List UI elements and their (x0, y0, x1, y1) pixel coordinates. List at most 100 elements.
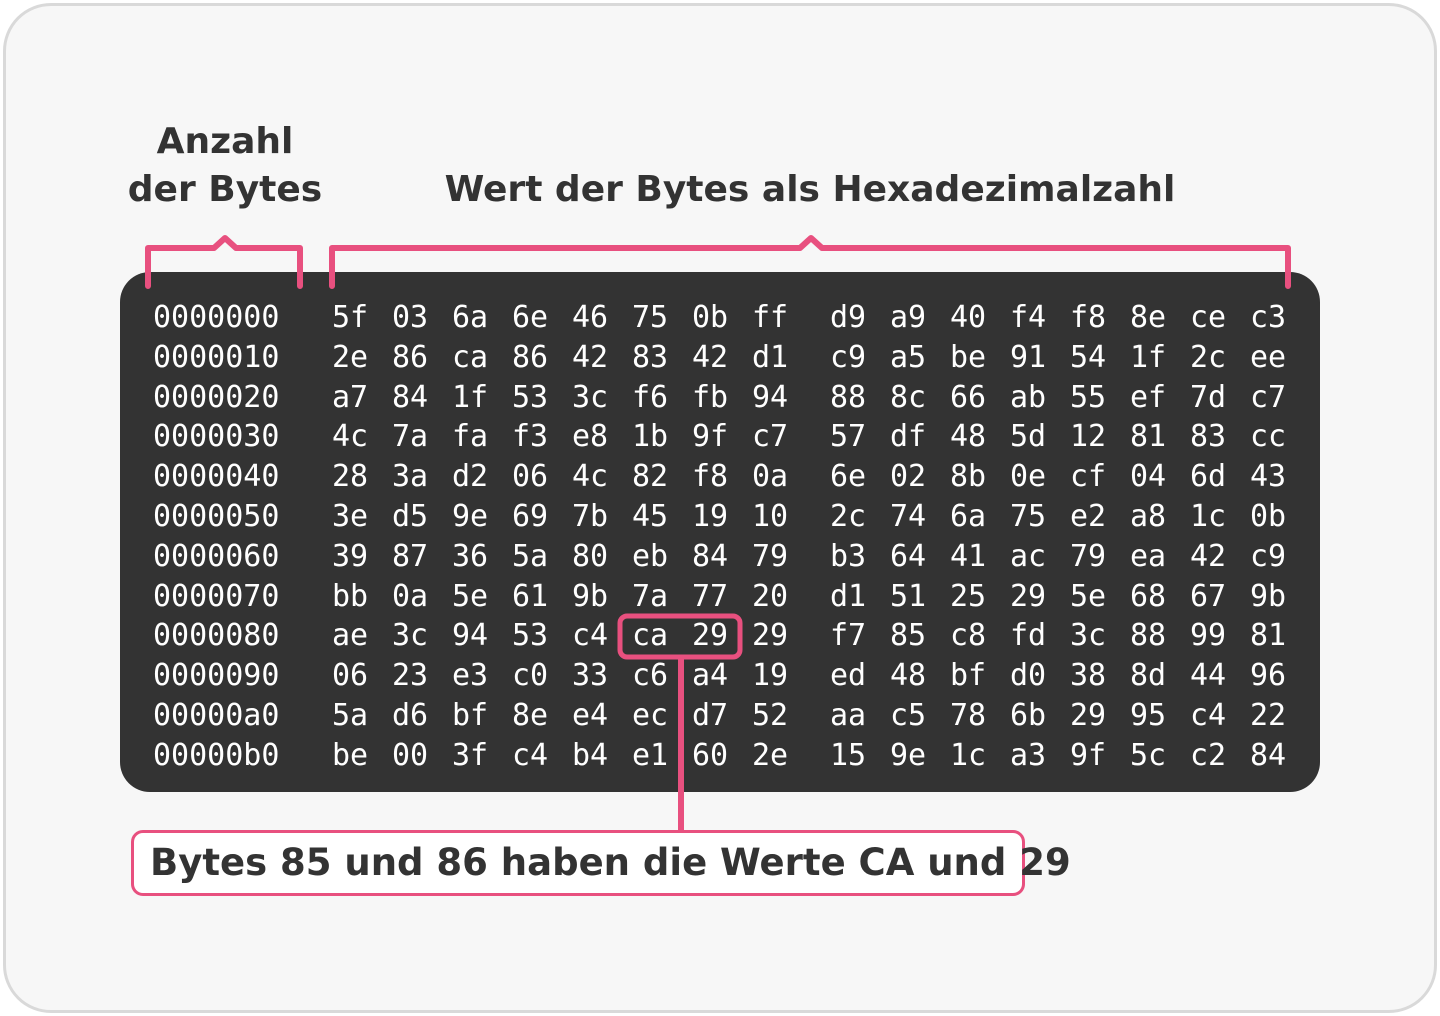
hex-byte: 5a (332, 698, 369, 733)
hex-byte: e2 (1070, 499, 1107, 534)
hex-byte: 83 (632, 339, 669, 375)
hex-byte: fa (452, 419, 489, 455)
hex-byte: 53 (512, 379, 549, 415)
hex-byte: 42 (572, 339, 609, 375)
hex-byte: d0 (1010, 658, 1047, 694)
hex-byte: 51 (890, 578, 927, 614)
hex-byte: 81 (1250, 618, 1287, 654)
hex-byte: c6 (632, 658, 669, 694)
hex-byte: f8 (1070, 300, 1107, 335)
hex-byte: 12 (1070, 419, 1107, 455)
callout-box: Bytes 85 und 86 haben die Werte CA und 2… (131, 830, 1071, 896)
hex-byte: 25 (950, 578, 987, 614)
hex-byte: ef (1130, 379, 1167, 415)
hex-byte: 10 (752, 499, 789, 534)
hex-byte: fb (692, 379, 729, 415)
hex-byte: 1c (950, 737, 987, 773)
hex-byte: b3 (830, 538, 867, 574)
hex-byte: 42 (692, 339, 729, 375)
row-offset: 00000a0 (153, 698, 280, 733)
hex-byte: 1c (1190, 499, 1227, 534)
hex-byte: aa (830, 698, 867, 733)
hex-byte: cc (1250, 419, 1287, 455)
hex-byte: 43 (1250, 459, 1287, 495)
hex-byte: 04 (1130, 459, 1167, 495)
hex-byte: 2e (332, 339, 369, 375)
hex-byte: a9 (890, 300, 927, 335)
hex-byte: 1b (632, 419, 669, 455)
hex-byte: 6d (1190, 459, 1227, 495)
hex-byte: 68 (1130, 578, 1167, 614)
hex-byte: 94 (752, 379, 789, 415)
hex-byte: c4 (572, 618, 609, 654)
hex-byte: d6 (392, 698, 429, 733)
hex-byte: d1 (752, 339, 789, 375)
hex-byte: 23 (392, 658, 429, 694)
hex-byte: 06 (332, 658, 369, 694)
hex-byte: 85 (890, 618, 927, 654)
label-hex-values: Wert der Bytes als Hexadezimalzahl (444, 169, 1176, 210)
hex-byte: 74 (890, 499, 927, 534)
hex-byte: be (950, 339, 987, 375)
hex-byte: e1 (632, 737, 669, 773)
hex-byte: ab (1010, 379, 1047, 415)
hex-byte: 95 (1130, 698, 1167, 733)
hex-byte: f4 (1010, 300, 1047, 335)
row-offset: 0000080 (153, 618, 280, 654)
hex-byte: 81 (1130, 419, 1167, 455)
hex-row: 00000b0 be 00 3f c4 b4 e1 60 2e 15 9e 1c a3 9f 5c c2 84 (120, 736, 1320, 776)
hex-byte: 5d (1010, 419, 1047, 455)
hex-byte: 45 (632, 499, 669, 534)
hex-byte: 19 (692, 499, 729, 534)
hex-byte: 22 (1250, 698, 1287, 733)
hex-byte: 5c (1130, 737, 1167, 773)
hex-row: 0000090 06 23 e3 c0 33 c6 a4 19 ed 48 bf d0 38 8d 44 96 (120, 656, 1320, 696)
hex-byte: 4c (572, 459, 609, 495)
hex-byte: 8e (512, 698, 549, 733)
hex-byte: 96 (1250, 658, 1287, 694)
hex-byte: 0a (392, 578, 429, 614)
hex-byte: c4 (1190, 698, 1227, 733)
hex-byte: fd (1010, 618, 1047, 654)
hex-byte: 6a (452, 300, 489, 335)
hex-byte: 36 (452, 538, 489, 574)
hex-byte: 6e (830, 459, 867, 495)
hex-byte: 5e (1070, 578, 1107, 614)
hex-byte: c5 (890, 698, 927, 733)
hex-byte: 9f (1070, 737, 1107, 773)
hex-byte: 66 (950, 379, 987, 415)
hex-byte: ac (1010, 538, 1047, 574)
hex-byte: 0a (752, 459, 789, 495)
hex-byte: 6a (950, 499, 987, 534)
row-offset: 0000090 (153, 658, 280, 694)
hex-byte: 2e (752, 737, 789, 773)
hex-byte: a4 (692, 658, 729, 694)
hex-byte: 0b (692, 300, 729, 335)
hex-byte: ae (332, 618, 369, 654)
hex-byte: bb (332, 578, 369, 614)
hex-byte: 3c (1070, 618, 1107, 654)
hex-byte: 03 (392, 300, 429, 335)
hex-byte: 7a (632, 578, 669, 614)
hex-byte: 64 (890, 538, 927, 574)
hex-byte: 48 (950, 419, 987, 455)
hex-byte: 80 (572, 538, 609, 574)
hex-byte: 5a (512, 538, 549, 574)
hex-byte: 44 (1190, 658, 1227, 694)
hex-byte: 29 (1010, 578, 1047, 614)
hex-byte: 84 (392, 379, 429, 415)
hex-byte: eb (632, 538, 669, 574)
hex-row: 0000040 28 3a d2 06 4c 82 f8 0a 6e 02 8b 0e cf 04 6d 43 (120, 457, 1320, 497)
hex-byte: 3a (392, 459, 429, 495)
label-byte-count-line1: Anzahl (156, 121, 294, 162)
hex-byte: 9e (890, 737, 927, 773)
hex-byte: 84 (692, 538, 729, 574)
hex-row: 0000020 a7 84 1f 53 3c f6 fb 94 88 8c 66 ab 55 ef 7d c7 (120, 378, 1320, 418)
hex-byte: 52 (752, 698, 789, 733)
hex-byte: f3 (512, 419, 549, 455)
hex-byte: ce (1190, 300, 1227, 335)
hex-byte: c4 (512, 737, 549, 773)
hex-byte: 3e (332, 499, 369, 534)
hex-byte: 84 (1250, 737, 1287, 773)
hex-byte: df (890, 419, 927, 455)
